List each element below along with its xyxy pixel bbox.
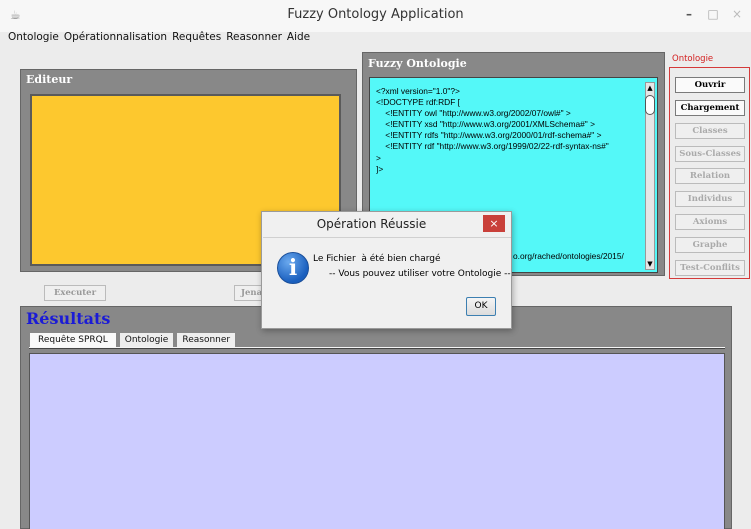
menu-operationnalisation[interactable]: Opérationnalisation: [64, 30, 167, 44]
xml-line: <!ENTITY rdf "http://www.w3.org/1999/02/…: [376, 141, 609, 152]
axioms-button[interactable]: Axioms: [675, 214, 745, 230]
results-textarea[interactable]: [29, 353, 725, 529]
dialog-title: Opération Réussie: [316, 217, 427, 231]
xml-line: <!ENTITY xsd "http://www.w3.org/2001/XML…: [376, 119, 595, 130]
results-tabs: Requête SPRQL Ontologie Reasonner: [29, 332, 238, 348]
minimize-button[interactable]: –: [679, 5, 699, 23]
menu-bar: Ontologie Opérationnalisation Requêtes R…: [0, 30, 751, 44]
tab-requete-sprql[interactable]: Requête SPRQL: [29, 332, 117, 347]
graphe-button[interactable]: Graphe: [675, 237, 745, 253]
xml-line: <!DOCTYPE rdf:RDF [: [376, 97, 460, 108]
dialog-body: i Le Fichier à été bien chargé -- Vous p…: [263, 237, 511, 328]
xml-line: >: [376, 152, 381, 163]
resultats-title: Résultats: [26, 309, 111, 328]
xml-line: <!ENTITY rdfs "http://www.w3.org/2000/01…: [376, 130, 602, 141]
menu-reasonner[interactable]: Reasonner: [226, 30, 282, 44]
ouvrir-button[interactable]: Ouvrir: [675, 77, 745, 93]
scroll-up-icon[interactable]: ▲: [646, 83, 654, 93]
xml-content: <?xml version="1.0"?> <!DOCTYPE rdf:RDF […: [376, 86, 609, 175]
individus-button[interactable]: Individus: [675, 191, 745, 207]
fuzzy-ontologie-title: Fuzzy Ontologie: [368, 57, 467, 70]
success-dialog: Opération Réussie × i Le Fichier à été b…: [261, 211, 512, 329]
scroll-down-icon[interactable]: ▼: [646, 259, 654, 269]
info-icon: i: [277, 252, 309, 284]
menu-requetes[interactable]: Requêtes: [172, 30, 221, 44]
dialog-close-button[interactable]: ×: [483, 215, 505, 232]
chargement-button[interactable]: Chargement: [675, 100, 745, 116]
xml-line: <?xml version="1.0"?>: [376, 86, 460, 96]
xml-line: <!ENTITY owl "http://www.w3.org/2002/07/…: [376, 108, 571, 119]
ontologie-group-label: Ontologie: [672, 54, 714, 64]
dialog-message-line2: -- Vous pouvez utiliser votre Ontologie …: [329, 269, 511, 279]
vertical-scrollbar[interactable]: ▲ ▼: [645, 82, 655, 270]
close-button[interactable]: ×: [727, 5, 747, 23]
resultats-panel: Résultats Requête SPRQL Ontologie Reason…: [20, 306, 732, 529]
scroll-thumb[interactable]: [645, 95, 655, 115]
relation-button[interactable]: Relation: [675, 168, 745, 184]
maximize-button[interactable]: □: [703, 5, 723, 23]
sous-classes-button[interactable]: Sous-Classes: [675, 146, 745, 162]
editeur-title: Editeur: [26, 73, 73, 86]
test-conflits-button[interactable]: Test-Conflits: [675, 260, 745, 276]
menu-aide[interactable]: Aide: [287, 30, 310, 44]
tab-underline: [29, 347, 725, 349]
xml-line: ]>: [376, 163, 384, 174]
xml-line-truncated: o.org/rached/ontologies/2015/: [513, 251, 624, 261]
menu-ontologie[interactable]: Ontologie: [8, 30, 59, 44]
tab-reasonner[interactable]: Reasonner: [176, 332, 237, 347]
executer-button[interactable]: Executer: [44, 285, 106, 301]
dialog-message-line1: Le Fichier à été bien chargé: [313, 254, 441, 264]
window-title: Fuzzy Ontology Application: [287, 7, 464, 22]
title-bar: ☕ Fuzzy Ontology Application – □ ×: [0, 0, 751, 32]
ok-button[interactable]: OK: [466, 297, 496, 316]
application-window: ☕ Fuzzy Ontology Application – □ × Ontol…: [0, 0, 751, 529]
ontologie-button-group: Ouvrir Chargement Classes Sous-Classes R…: [669, 67, 750, 279]
classes-button[interactable]: Classes: [675, 123, 745, 139]
tab-ontologie[interactable]: Ontologie: [118, 332, 175, 347]
